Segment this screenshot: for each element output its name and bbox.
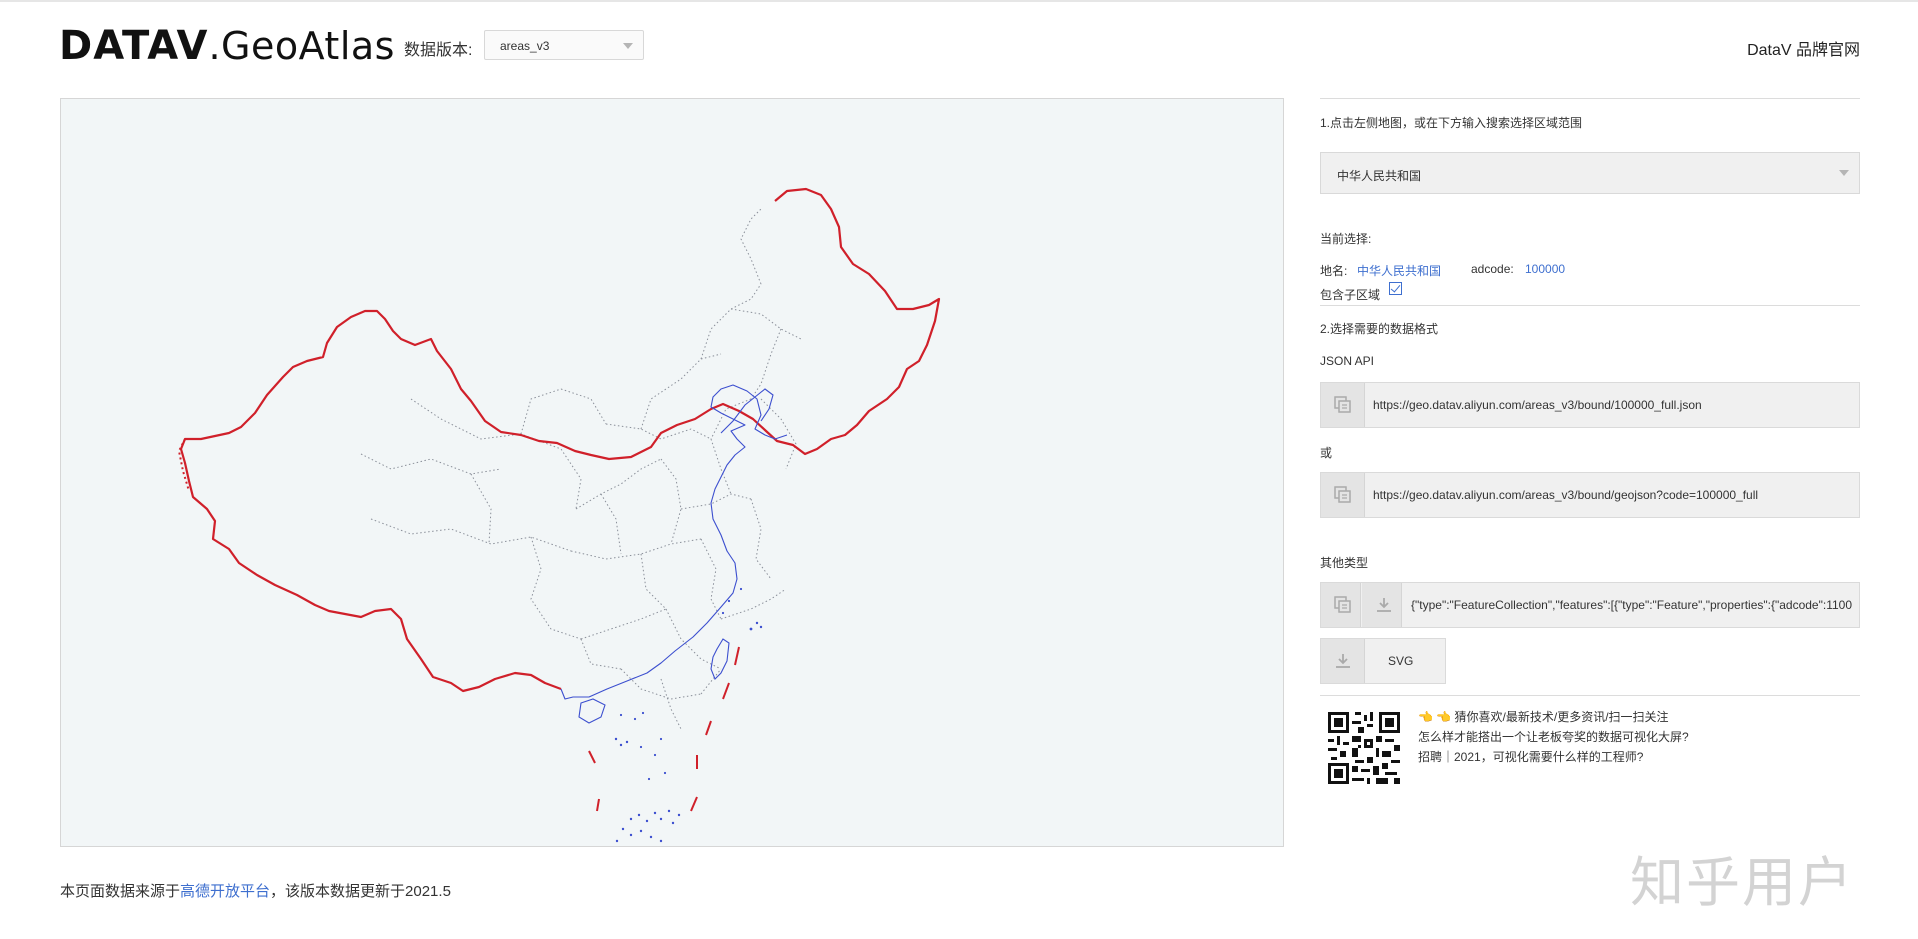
chevron-down-icon bbox=[1839, 170, 1849, 176]
footer-source-note: 本页面数据来源于高德开放平台，该版本数据更新于2021.5 bbox=[60, 880, 451, 901]
adcode-label: adcode: bbox=[1471, 262, 1514, 276]
download-button[interactable] bbox=[1362, 583, 1402, 627]
version-select[interactable]: areas_v3 bbox=[484, 30, 644, 60]
place-name-value: 中华人民共和国 bbox=[1357, 264, 1442, 278]
news-link-dashboard[interactable]: 怎么样才能搭出一个让老板夸奖的数据可视化大屏? bbox=[1418, 728, 1689, 745]
province-boundaries bbox=[360, 208, 802, 730]
svg-label: SVG bbox=[1388, 654, 1414, 668]
datav-geoatlas-logo[interactable]: DATAV.GeoAtlas bbox=[59, 26, 395, 66]
chevron-down-icon bbox=[623, 43, 633, 49]
amap-platform-link[interactable]: 高德开放平台 bbox=[180, 883, 270, 900]
news-link-hiring[interactable]: 招聘｜2021，可视化需要什么样的工程师? bbox=[1418, 748, 1643, 765]
geojson-preview-text[interactable]: {"type":"FeatureCollection","features":[… bbox=[1411, 598, 1855, 612]
hainan-island bbox=[578, 698, 606, 724]
step2-instruction: 2.选择需要的数据格式 bbox=[1320, 322, 1439, 336]
json-api-label: JSON API bbox=[1320, 354, 1375, 368]
json-url-box[interactable]: https://geo.datav.aliyun.com/areas_v3/bo… bbox=[1320, 382, 1860, 428]
download-button[interactable] bbox=[1321, 639, 1365, 683]
footer-suffix: ，该版本数据更新于2021.5 bbox=[270, 883, 451, 900]
logo-bold-text: DATAV bbox=[59, 23, 209, 69]
download-icon bbox=[1377, 598, 1391, 612]
geojson-url-text[interactable]: https://geo.datav.aliyun.com/areas_v3/bo… bbox=[1373, 488, 1853, 502]
json-url-text[interactable]: https://geo.datav.aliyun.com/areas_v3/bo… bbox=[1373, 398, 1853, 412]
region-search-select[interactable]: 中华人民共和国 bbox=[1320, 152, 1860, 194]
footer-prefix: 本页面数据来源于 bbox=[60, 883, 181, 900]
copy-button[interactable] bbox=[1321, 383, 1365, 427]
other-types-label: 其他类型 bbox=[1320, 556, 1369, 570]
adcode-value: 100000 bbox=[1525, 262, 1566, 276]
south-sea-dashes bbox=[588, 646, 740, 812]
qr-code bbox=[1325, 709, 1403, 787]
national-border bbox=[179, 187, 941, 693]
geojson-preview-box[interactable]: {"type":"FeatureCollection","features":[… bbox=[1320, 582, 1860, 628]
copy-button[interactable] bbox=[1321, 583, 1361, 627]
national-border-west-dots bbox=[177, 438, 190, 492]
geojson-url-box[interactable]: https://geo.datav.aliyun.com/areas_v3/bo… bbox=[1320, 472, 1860, 518]
panel-divider bbox=[1320, 98, 1860, 99]
china-map-svg[interactable] bbox=[61, 99, 1284, 847]
version-label: 数据版本: bbox=[404, 42, 473, 59]
copy-button[interactable] bbox=[1321, 473, 1365, 517]
taiwan-island bbox=[710, 638, 730, 680]
copy-icon bbox=[1334, 396, 1351, 413]
logo-light-text: .GeoAtlas bbox=[208, 24, 395, 68]
zhihu-watermark: 知乎用户 bbox=[1630, 851, 1854, 914]
top-border bbox=[0, 0, 1918, 2]
step1-instruction: 1.点击左侧地图，或在下方输入搜索选择区域范围 bbox=[1320, 116, 1583, 130]
version-select-value: areas_v3 bbox=[500, 39, 550, 53]
place-name-label: 地名: bbox=[1320, 264, 1348, 278]
coastline bbox=[560, 384, 788, 700]
or-label: 或 bbox=[1320, 446, 1333, 460]
svg-download-button[interactable]: SVG bbox=[1320, 638, 1446, 684]
news-line-follow[interactable]: 👈 👈 猜你喜欢/最新技术/更多资讯/扫一扫关注 bbox=[1418, 708, 1669, 725]
region-select-value: 中华人民共和国 bbox=[1337, 169, 1422, 183]
china-map[interactable] bbox=[60, 98, 1284, 847]
island-dots bbox=[614, 587, 763, 843]
copy-icon bbox=[1334, 486, 1351, 503]
panel-divider bbox=[1320, 695, 1860, 696]
include-children-checkbox[interactable] bbox=[1389, 282, 1402, 295]
panel-divider bbox=[1320, 305, 1860, 306]
bohai-coast bbox=[720, 388, 774, 434]
download-icon bbox=[1336, 654, 1350, 668]
copy-icon bbox=[1334, 596, 1351, 613]
current-selection-label: 当前选择: bbox=[1320, 232, 1372, 246]
brand-site-link[interactable]: DataV 品牌官网 bbox=[1747, 36, 1860, 60]
include-children-label: 包含子区域 bbox=[1320, 288, 1381, 302]
